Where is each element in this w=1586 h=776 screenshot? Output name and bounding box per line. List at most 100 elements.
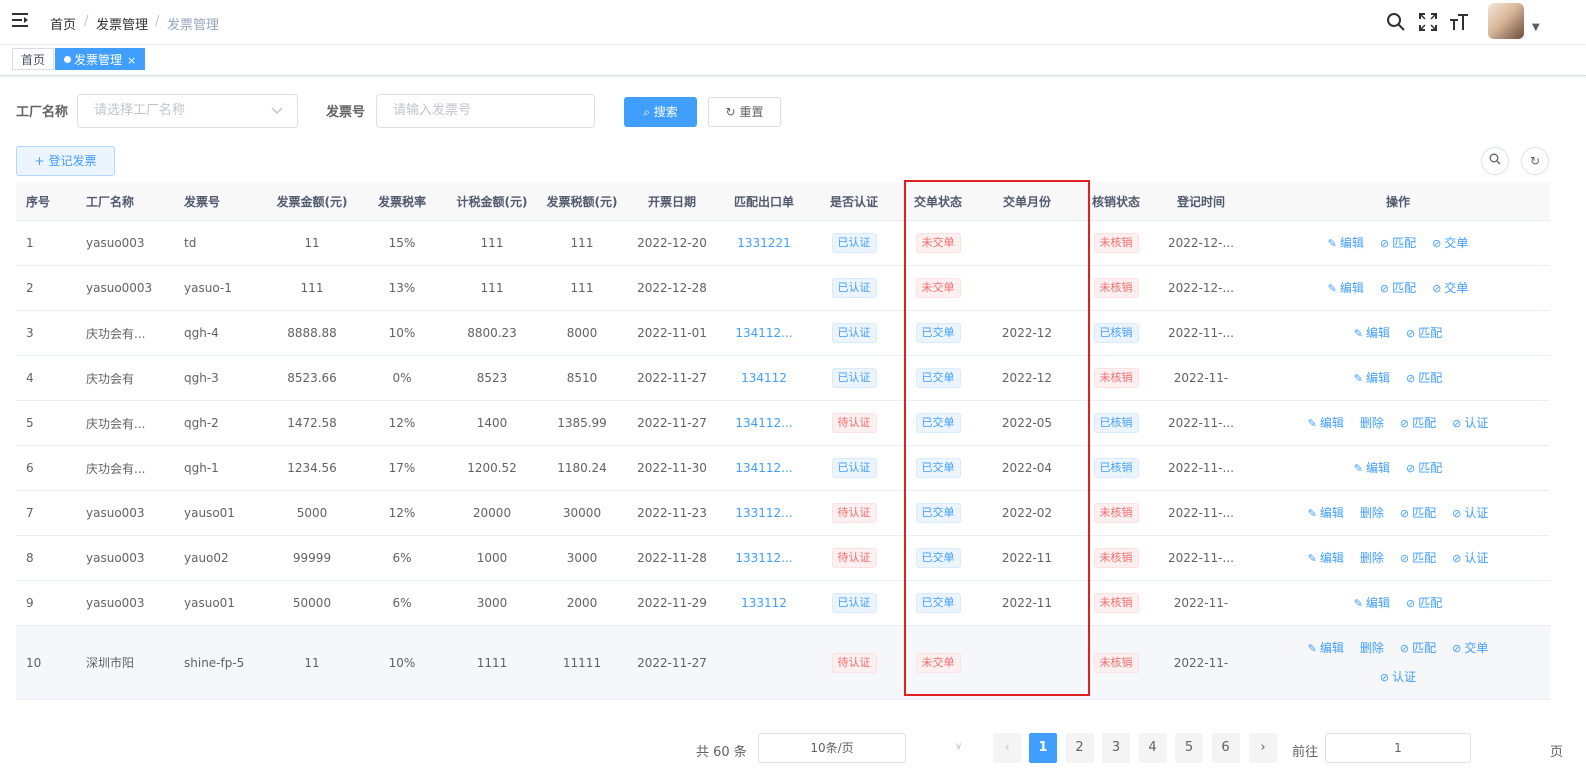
reset-button[interactable]: ↻ 重置: [708, 97, 781, 127]
column-header: 交单月份: [978, 182, 1076, 221]
export-order-link[interactable]: 134112...: [735, 461, 792, 475]
match-button[interactable]: ⊘ 匹配: [1400, 506, 1436, 520]
register-invoice-button[interactable]: + 登记发票: [16, 146, 115, 176]
action-label: 删除: [1359, 550, 1384, 565]
submit-button[interactable]: ⊘ 交单: [1432, 281, 1468, 295]
export-order-link[interactable]: 134112...: [735, 416, 792, 430]
table-cell-reg: 2022-11-...: [1156, 310, 1246, 356]
match-button[interactable]: ⊘ 匹配: [1406, 371, 1442, 385]
auth-status-badge: 待认证: [831, 413, 877, 433]
certify-button[interactable]: ⊘ 认证: [1452, 506, 1488, 520]
delete-button[interactable]: 删除: [1360, 416, 1384, 430]
edit-button[interactable]: ✎ 编辑: [1354, 596, 1390, 610]
prev-page-button[interactable]: ‹: [993, 733, 1021, 763]
table-cell-amount: 1472.58: [266, 400, 358, 446]
page-button[interactable]: 6: [1211, 733, 1240, 763]
table-cell-rate: 13%: [358, 265, 446, 311]
edit-button[interactable]: ✎ 编辑: [1354, 371, 1390, 385]
breadcrumb-invoice[interactable]: 发票管理: [96, 14, 148, 33]
table-cell-invoice: shine-fp-5: [174, 625, 266, 700]
chevron-down-icon[interactable]: ▼: [1532, 22, 1540, 33]
invoice-input[interactable]: [376, 94, 595, 128]
delete-button[interactable]: 删除: [1360, 551, 1384, 565]
match-button[interactable]: ⊘ 匹配: [1406, 596, 1442, 610]
chevron-left-icon: ‹: [1004, 740, 1010, 755]
action-label: 匹配: [1418, 325, 1443, 340]
invoice-field[interactable]: [391, 102, 558, 119]
table-cell-factory: yasuo003: [76, 535, 174, 581]
match-button[interactable]: ⊘ 匹配: [1406, 461, 1442, 475]
export-order-link[interactable]: 133112...: [735, 551, 792, 565]
match-button[interactable]: ⊘ 匹配: [1400, 551, 1436, 565]
submit-button[interactable]: ⊘ 交单: [1452, 641, 1488, 655]
export-order-link[interactable]: 134112...: [735, 326, 792, 340]
page-size-select[interactable]: 10条/页: [758, 733, 906, 763]
verify-status-badge: 未核销: [1093, 278, 1139, 298]
goto-page-input[interactable]: 1: [1325, 733, 1471, 763]
certify-button[interactable]: ⊘ 认证: [1452, 551, 1488, 565]
table-cell-date: 2022-11-30: [626, 445, 718, 491]
table-cell-date: 2022-11-01: [626, 310, 718, 356]
verify-status-badge: 未核销: [1093, 548, 1139, 568]
avatar[interactable]: [1488, 3, 1524, 39]
edit-button[interactable]: ✎ 编辑: [1308, 506, 1344, 520]
submit-button[interactable]: ⊘ 交单: [1432, 236, 1468, 250]
verify-status-badge: 未核销: [1093, 233, 1139, 253]
auth-status-badge: 已认证: [831, 368, 877, 388]
page-button[interactable]: 4: [1138, 733, 1167, 763]
action-label: 编辑: [1339, 235, 1364, 250]
table-cell-submit: 已交单: [898, 400, 978, 446]
edit-button[interactable]: ✎ 编辑: [1328, 236, 1364, 250]
breadcrumb-home[interactable]: 首页: [50, 14, 76, 33]
page-button[interactable]: 1: [1029, 733, 1057, 763]
certify-button[interactable]: ⊘ 认证: [1452, 416, 1488, 430]
delete-button[interactable]: 删除: [1360, 506, 1384, 520]
delete-button[interactable]: 删除: [1360, 641, 1384, 655]
table-cell-no: 6: [16, 445, 76, 491]
fullscreen-icon[interactable]: [1418, 12, 1438, 32]
page-button[interactable]: 2: [1065, 733, 1094, 763]
table-cell-taxable: 111: [446, 220, 538, 266]
table-cell-tax: 2000: [538, 580, 626, 626]
table-cell-amount: 50000: [266, 580, 358, 626]
close-icon[interactable]: ×: [127, 54, 136, 67]
match-button[interactable]: ⊘ 匹配: [1406, 326, 1442, 340]
export-order-link[interactable]: 1331221: [737, 236, 790, 250]
edit-button[interactable]: ✎ 编辑: [1328, 281, 1364, 295]
search-icon[interactable]: [1386, 12, 1406, 32]
edit-button[interactable]: ✎ 编辑: [1354, 461, 1390, 475]
match-button[interactable]: ⊘ 匹配: [1400, 416, 1436, 430]
edit-button[interactable]: ✎ 编辑: [1354, 326, 1390, 340]
submit-status-badge: 已交单: [915, 368, 961, 388]
table-cell-actions: ✎ 编辑 删除 ⊘ 匹配 ⊘ 认证: [1246, 490, 1550, 536]
certify-button[interactable]: ⊘ 认证: [1380, 670, 1416, 684]
search-button-label: 搜索: [653, 105, 678, 119]
page-button[interactable]: 3: [1102, 733, 1130, 763]
toggle-search-button[interactable]: [1481, 147, 1509, 175]
table-cell-month: 2022-11: [978, 535, 1076, 581]
factory-select-input[interactable]: [92, 102, 260, 119]
match-button[interactable]: ⊘ 匹配: [1380, 281, 1416, 295]
page-button[interactable]: 5: [1175, 733, 1203, 763]
tag-home[interactable]: 首页: [12, 48, 55, 70]
tag-invoice-active[interactable]: 发票管理 ×: [55, 48, 146, 70]
match-button[interactable]: ⊘ 匹配: [1380, 236, 1416, 250]
table-row: 4 庆功会有 qgh-3 8523.66 0% 8523 8510 2022-11-27 134…: [16, 355, 1550, 401]
chevron-down-icon[interactable]: ∨: [955, 741, 962, 752]
export-order-link[interactable]: 134112: [741, 371, 787, 385]
refresh-icon: ↻: [725, 105, 736, 119]
edit-button[interactable]: ✎ 编辑: [1308, 551, 1344, 565]
match-button[interactable]: ⊘ 匹配: [1400, 641, 1436, 655]
font-size-icon[interactable]: [1449, 12, 1469, 32]
edit-button[interactable]: ✎ 编辑: [1308, 416, 1344, 430]
refresh-table-button[interactable]: ↻: [1521, 147, 1549, 175]
export-order-link[interactable]: 133112: [741, 596, 787, 610]
export-order-link[interactable]: 133112...: [735, 506, 792, 520]
verify-status-badge: 未核销: [1093, 652, 1139, 673]
table-cell-factory: yasuo003: [76, 490, 174, 536]
search-button[interactable]: ⌕ 搜索: [624, 97, 697, 127]
next-page-button[interactable]: ›: [1249, 733, 1277, 763]
factory-select[interactable]: [77, 94, 298, 128]
hamburger-icon[interactable]: [12, 13, 28, 27]
edit-button[interactable]: ✎ 编辑: [1308, 641, 1344, 655]
